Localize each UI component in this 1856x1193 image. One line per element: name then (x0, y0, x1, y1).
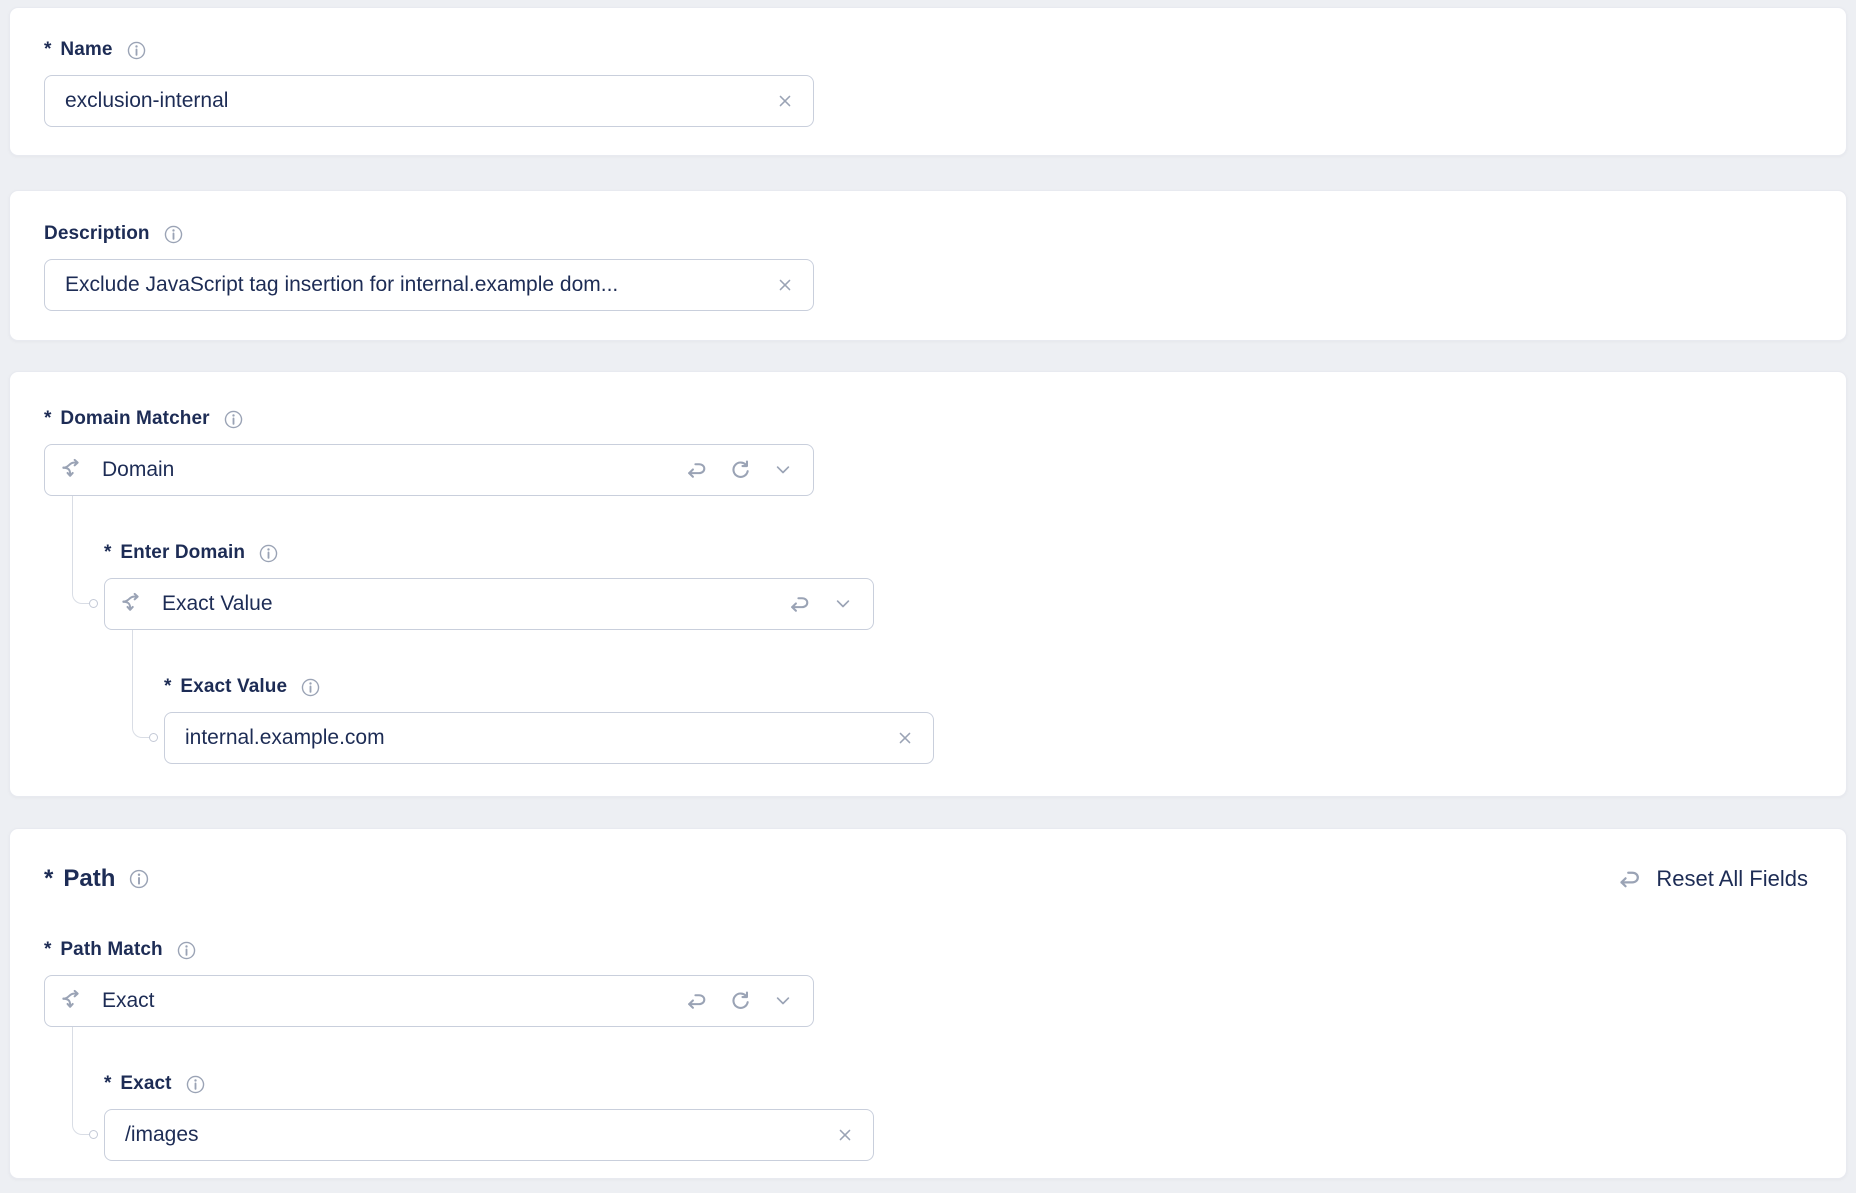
required-marker: * (44, 864, 53, 894)
enter-domain-branch: * Enter Domain Exact Value * Exact Value (44, 496, 1812, 764)
info-icon[interactable] (300, 677, 321, 698)
exact-label-row: * Exact (104, 1073, 1816, 1095)
exact-value-label-row: * Exact Value (164, 676, 1812, 698)
exact-value-label: Exact Value (180, 676, 287, 698)
info-icon[interactable] (128, 868, 150, 890)
refresh-icon (728, 458, 753, 483)
description-input[interactable] (44, 259, 814, 311)
refresh-icon (728, 989, 753, 1014)
description-label-row: Description (44, 223, 1812, 245)
tree-connector (72, 496, 92, 604)
required-marker: * (104, 1073, 111, 1095)
info-icon[interactable] (185, 1074, 206, 1095)
tree-connector (72, 1027, 92, 1135)
clear-x-icon (775, 275, 795, 295)
reset-all-fields-label: Reset All Fields (1656, 866, 1808, 892)
path-card: * Path Reset All Fields * Path Match Exa… (9, 828, 1847, 1179)
path-heading: Path (63, 864, 115, 894)
domain-matcher-label: Domain Matcher (60, 408, 209, 430)
refresh-button[interactable] (728, 989, 753, 1014)
info-icon[interactable] (223, 409, 244, 430)
path-match-select[interactable]: Exact (44, 975, 814, 1027)
name-field-card: * Name (9, 7, 1847, 156)
refresh-button[interactable] (728, 458, 753, 483)
undo-button[interactable] (685, 458, 710, 483)
name-label: Name (60, 39, 112, 61)
exact-label: Exact (120, 1073, 171, 1095)
exact-branch: * Exact (44, 1027, 1816, 1161)
name-label-row: * Name (44, 39, 1812, 61)
info-icon[interactable] (176, 940, 197, 961)
connector-dot (149, 733, 158, 742)
selected-value: Exact Value (162, 592, 788, 616)
exact-input[interactable] (104, 1109, 874, 1161)
required-marker: * (164, 676, 171, 698)
info-icon[interactable] (126, 40, 147, 61)
required-marker: * (44, 939, 51, 961)
tree-connector (132, 630, 152, 738)
undo-button[interactable] (788, 592, 813, 617)
clear-x-icon (775, 91, 795, 111)
chevron-down-icon[interactable] (773, 460, 793, 480)
path-match-label: Path Match (60, 939, 162, 961)
undo-icon (1617, 866, 1644, 893)
domain-matcher-select[interactable]: Domain (44, 444, 814, 496)
clear-button[interactable] (892, 725, 918, 751)
enter-domain-select[interactable]: Exact Value (104, 578, 874, 630)
name-input[interactable] (44, 75, 814, 127)
exact-value-branch: * Exact Value (104, 630, 1812, 764)
info-icon[interactable] (258, 543, 279, 564)
undo-icon (685, 458, 710, 483)
undo-button[interactable] (685, 989, 710, 1014)
chevron-down-icon[interactable] (773, 991, 793, 1011)
required-marker: * (44, 408, 51, 430)
clear-button[interactable] (772, 88, 798, 114)
description-label: Description (44, 223, 150, 245)
branch-split-icon (60, 457, 87, 484)
required-marker: * (44, 39, 51, 61)
branch-split-icon (120, 591, 147, 618)
connector-dot (89, 1130, 98, 1139)
connector-dot (89, 599, 98, 608)
exact-value-input[interactable] (164, 712, 934, 764)
selected-value: Exact (102, 989, 685, 1013)
clear-x-icon (895, 728, 915, 748)
chevron-down-icon[interactable] (833, 594, 853, 614)
domain-matcher-card: * Domain Matcher Domain * Enter Domain E… (9, 371, 1847, 797)
reset-all-fields-button[interactable]: Reset All Fields (1617, 866, 1808, 893)
description-field-card: Description (9, 190, 1847, 341)
branch-split-icon (60, 988, 87, 1015)
path-match-label-row: * Path Match (44, 939, 1816, 961)
required-marker: * (104, 542, 111, 564)
undo-icon (685, 989, 710, 1014)
path-card-header: * Path Reset All Fields (44, 864, 1816, 894)
enter-domain-label-row: * Enter Domain (104, 542, 1812, 564)
clear-x-icon (835, 1125, 855, 1145)
undo-icon (788, 592, 813, 617)
clear-button[interactable] (772, 272, 798, 298)
enter-domain-label: Enter Domain (120, 542, 245, 564)
info-icon[interactable] (163, 224, 184, 245)
domain-matcher-label-row: * Domain Matcher (44, 408, 1812, 430)
selected-value: Domain (102, 458, 685, 482)
clear-button[interactable] (832, 1122, 858, 1148)
